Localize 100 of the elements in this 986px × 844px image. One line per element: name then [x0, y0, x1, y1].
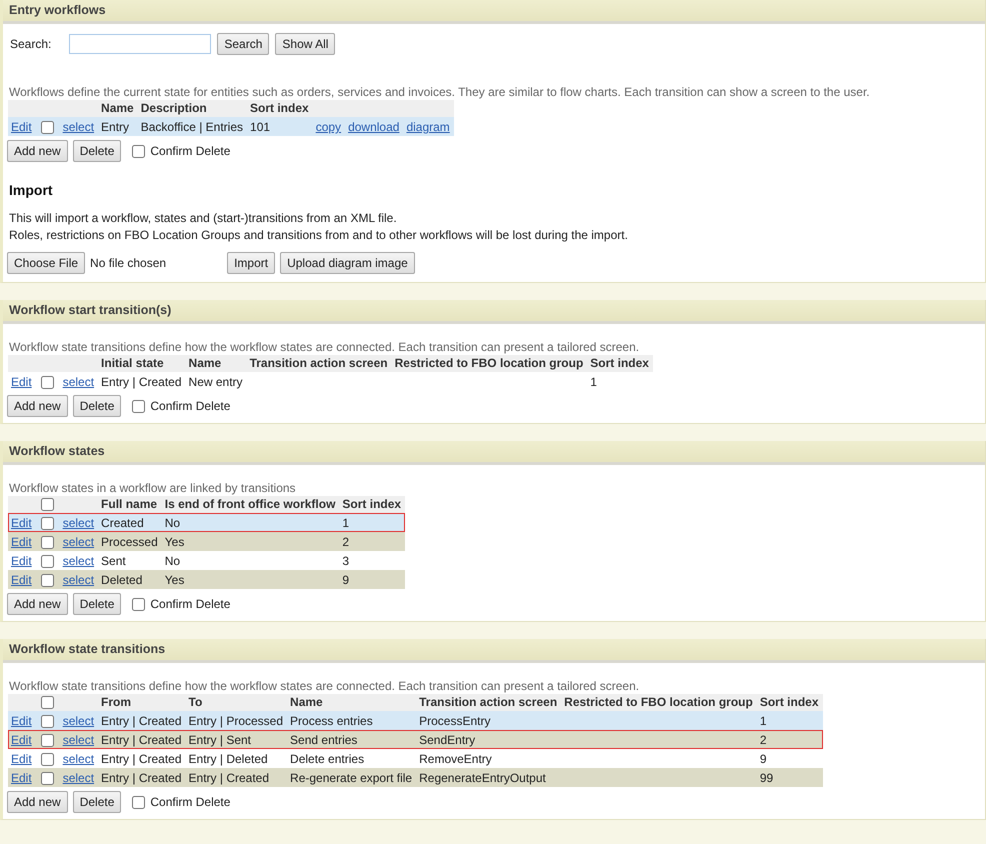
edit-link[interactable]: Edit	[11, 752, 32, 766]
select-all-checkbox[interactable]	[40, 498, 54, 510]
confirm-checkbox[interactable]	[132, 796, 146, 808]
table-cell: RegenerateEntryOutput	[419, 771, 546, 785]
action-link[interactable]: copy	[316, 120, 342, 134]
table-row[interactable]: Edit select Created No 1	[8, 513, 406, 532]
confirm-checkbox[interactable]	[132, 598, 146, 610]
table-cell: New entry	[188, 375, 243, 389]
row-checkbox[interactable]	[40, 574, 54, 586]
column-header: Restricted to FBO location group	[394, 355, 584, 372]
show-all-button[interactable]: Show All	[275, 33, 336, 55]
column-header: Sort index	[249, 100, 310, 117]
column-header: Restricted to FBO location group	[563, 694, 754, 711]
delete-button[interactable]: Delete	[72, 395, 122, 417]
confirm-checkbox[interactable]	[132, 144, 146, 158]
table-cell: 1	[590, 375, 597, 389]
select-link[interactable]: select	[62, 554, 94, 568]
confirm-checkbox[interactable]	[132, 400, 146, 412]
edit-link[interactable]: Edit	[11, 375, 32, 389]
select-link[interactable]: select	[62, 120, 94, 134]
row-checkbox[interactable]	[40, 376, 54, 388]
table-cell: 3	[342, 554, 350, 568]
table-cell: ProcessEntry	[419, 714, 490, 728]
column-header: Transition action screen	[418, 694, 558, 711]
edit-link[interactable]: Edit	[11, 120, 32, 134]
table-row[interactable]: Edit select Entry | Created Entry | Processed Process entries ProcessEntry 1	[8, 711, 823, 730]
table-cell: Process entries	[290, 714, 373, 728]
section-description: Workflow states in a workflow are linked by transitions	[9, 481, 297, 495]
edit-link[interactable]: Edit	[11, 516, 32, 530]
action-link[interactable]: diagram	[406, 120, 450, 134]
import-text: This will import a workflow, states and (start-)transitions from an XML file.	[9, 210, 398, 227]
select-link[interactable]: select	[62, 516, 94, 530]
edit-link[interactable]: Edit	[11, 573, 32, 587]
table-cell: 2	[342, 535, 350, 549]
upload-diagram-button[interactable]: Upload diagram image	[280, 252, 415, 274]
row-checkbox[interactable]	[40, 772, 54, 784]
confirm-label: Confirm Delete	[150, 597, 230, 611]
table-cell: Entry	[101, 120, 130, 134]
delete-button[interactable]: Delete	[72, 791, 122, 813]
choose-file-button[interactable]: Choose File	[7, 252, 86, 274]
table-cell: RemoveEntry	[419, 752, 492, 766]
select-link[interactable]: select	[62, 573, 94, 587]
edit-link[interactable]: Edit	[11, 714, 32, 728]
column-header: Name	[188, 355, 222, 372]
table-row[interactable]: Edit select Deleted Yes 9	[8, 570, 406, 589]
table-cell: SendEntry	[419, 733, 476, 747]
delete-button[interactable]: Delete	[72, 140, 122, 162]
table-cell: Processed	[101, 535, 158, 549]
table-cell: 1	[342, 516, 350, 530]
table-cell: Entry | Sent	[188, 733, 252, 747]
edit-link[interactable]: Edit	[11, 535, 32, 549]
column-header: Initial state	[100, 355, 165, 372]
add-new-button[interactable]: Add new	[7, 791, 68, 813]
import-button[interactable]: Import	[227, 252, 276, 274]
select-link[interactable]: select	[62, 771, 94, 785]
table-cell: 1	[760, 714, 767, 728]
row-checkbox[interactable]	[40, 554, 54, 568]
column-header: Sort index	[341, 496, 402, 513]
column-header: Full name	[100, 496, 158, 513]
column-header: Is end of front office workflow	[164, 496, 336, 513]
table-cell: 2	[760, 733, 767, 747]
row-checkbox[interactable]	[40, 734, 54, 746]
row-checkbox[interactable]	[40, 516, 54, 530]
table-cell: Sent	[101, 554, 126, 568]
row-checkbox[interactable]	[40, 120, 54, 134]
action-link[interactable]: download	[348, 120, 400, 134]
import-title: Import	[9, 182, 54, 198]
delete-button[interactable]: Delete	[72, 593, 122, 615]
section-title: Workflow state transitions	[3, 639, 985, 663]
select-all-checkbox[interactable]	[40, 696, 54, 708]
table-row[interactable]: Edit select Entry Backoffice | Entries 101 copy download diagram	[8, 117, 454, 136]
table-cell: Delete entries	[290, 752, 364, 766]
row-checkbox[interactable]	[40, 714, 54, 728]
table-cell: Entry | Deleted	[188, 752, 268, 766]
select-link[interactable]: select	[62, 714, 94, 728]
table-cell: Entry | Processed	[188, 714, 284, 728]
edit-link[interactable]: Edit	[11, 554, 32, 568]
add-new-button[interactable]: Add new	[7, 140, 68, 162]
search-field[interactable]	[69, 34, 212, 54]
row-checkbox[interactable]	[40, 536, 54, 548]
table-cell: Deleted	[101, 573, 142, 587]
add-new-button[interactable]: Add new	[7, 593, 68, 615]
file-status: No file chosen	[90, 256, 166, 270]
table-row[interactable]: Edit select Processed Yes 2	[8, 532, 406, 551]
table-row[interactable]: Edit select Entry | Created Entry | Created Re-generate export file RegenerateEntryOutput 99	[8, 768, 823, 787]
section-description: Workflows define the current state for entities such as orders, services and invoices. They are similar to flow charts. Each transition can show a screen to the user.	[9, 85, 871, 99]
table-cell: No	[164, 516, 180, 530]
table-cell: Send entries	[290, 733, 358, 747]
select-link[interactable]: select	[62, 752, 94, 766]
confirm-label: Confirm Delete	[150, 144, 230, 158]
edit-link[interactable]: Edit	[11, 771, 32, 785]
edit-link[interactable]: Edit	[11, 733, 32, 747]
table-row[interactable]: Edit select Entry | Created Entry | Sent Send entries SendEntry 2	[8, 730, 823, 749]
select-link[interactable]: select	[62, 733, 94, 747]
search-button[interactable]: Search	[217, 33, 270, 55]
add-new-button[interactable]: Add new	[7, 395, 68, 417]
select-link[interactable]: select	[62, 375, 94, 389]
column-header: Name	[100, 100, 135, 117]
row-checkbox[interactable]	[40, 752, 54, 766]
select-link[interactable]: select	[62, 535, 94, 549]
